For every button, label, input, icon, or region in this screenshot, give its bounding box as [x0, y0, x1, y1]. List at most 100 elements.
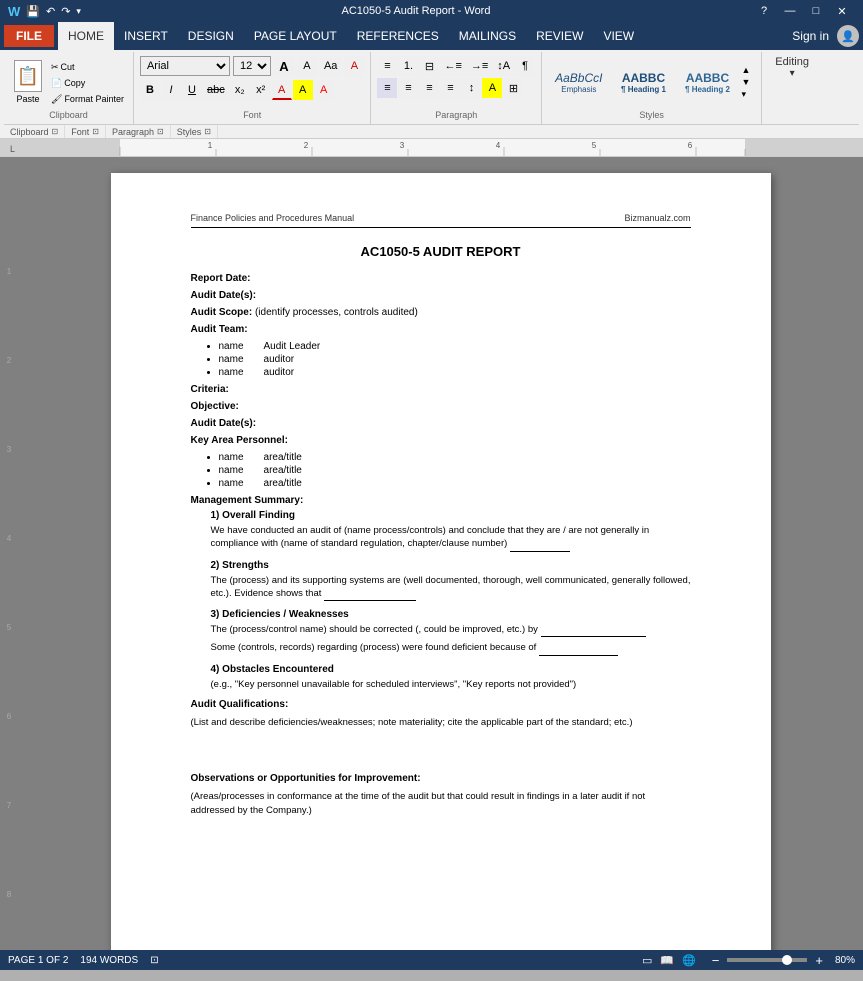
paragraph-dialog-launcher-icon[interactable]: ⊡ — [157, 127, 164, 136]
dialog-launcher-icon[interactable]: ⊡ — [52, 127, 59, 136]
style-heading1[interactable]: AABBC ¶ Heading 1 — [613, 68, 673, 97]
audit-scope-label: Audit Scope: — [191, 307, 253, 318]
ruler: 1 2 3 4 5 6 L — [0, 139, 863, 157]
style-heading2[interactable]: AABBC ¶ Heading 2 — [677, 68, 737, 97]
paragraph-group-label-bottom[interactable]: Paragraph ⊡ — [106, 125, 171, 138]
font-size-select[interactable]: 12 — [233, 56, 271, 76]
font-dialog-launcher-icon[interactable]: ⊡ — [92, 127, 99, 136]
highlight-button[interactable]: A — [293, 80, 313, 100]
title-bar-controls: ? — □ ✕ — [751, 0, 855, 22]
style-emphasis[interactable]: AaBbCcI Emphasis — [548, 68, 609, 97]
svg-text:1: 1 — [208, 141, 213, 150]
styles-scroll-up[interactable]: ▲ ▼ ▾ — [741, 65, 750, 100]
multilevel-button[interactable]: ⊟ — [419, 56, 439, 76]
bold-button[interactable]: B — [140, 80, 160, 100]
justify-button[interactable]: ≡ — [440, 78, 460, 98]
line-spacing-button[interactable]: ↕ — [461, 78, 481, 98]
redo-icon[interactable]: ↷ — [61, 5, 70, 18]
tab-review[interactable]: REVIEW — [526, 22, 593, 50]
section-obstacles: 4) Obstacles Encountered (e.g., "Key per… — [211, 664, 691, 691]
align-left-button[interactable]: ≡ — [377, 78, 397, 98]
cut-button[interactable]: ✂ Cut — [48, 60, 127, 75]
border-button[interactable]: ⊞ — [503, 78, 523, 98]
grow-font-button[interactable]: A — [274, 56, 294, 76]
change-case-button[interactable]: Aa — [320, 56, 341, 76]
paragraph-group: ≡ 1. ⊟ ←≡ →≡ ↕A ¶ ≡ ≡ ≡ ≡ ↕ A ⊞ — [371, 52, 542, 124]
subscript-button[interactable]: x₂ — [230, 80, 250, 100]
svg-text:5: 5 — [592, 141, 597, 150]
read-mode-button[interactable]: 📖 — [660, 954, 674, 967]
zoom-out-button[interactable]: − — [712, 953, 720, 968]
file-button[interactable]: FILE — [4, 25, 54, 47]
maximize-button[interactable]: □ — [803, 0, 829, 22]
sort-button[interactable]: ↕A — [493, 56, 514, 76]
svg-text:4: 4 — [496, 141, 501, 150]
mgmt-summary-header: Management Summary: — [191, 495, 691, 506]
print-layout-button[interactable]: ▭ — [642, 954, 652, 967]
help-icon[interactable]: ? — [751, 0, 777, 22]
zoom-slider[interactable] — [727, 958, 807, 962]
clear-format-button[interactable]: A — [344, 56, 364, 76]
section-strengths: 2) Strengths The (process) and its suppo… — [211, 560, 691, 602]
styles-group-label-bottom[interactable]: Styles ⊡ — [171, 125, 218, 138]
clipboard-group-content: 📋 Paste ✂ Cut 📄 Copy 🖌 — [10, 56, 127, 110]
font-group-label-bottom[interactable]: Font ⊡ — [65, 125, 106, 138]
shrink-font-button[interactable]: A — [297, 56, 317, 76]
styles-dialog-launcher-icon[interactable]: ⊡ — [204, 127, 211, 136]
save-icon[interactable]: 💾 — [26, 5, 40, 18]
zoom-level[interactable]: 80% — [835, 955, 855, 966]
ribbon: 📋 Paste ✂ Cut 📄 Copy 🖌 — [0, 50, 863, 139]
font-color-button[interactable]: A — [314, 80, 334, 100]
clipboard-label: Clipboard — [10, 110, 127, 120]
font-family-select[interactable]: Arial — [140, 56, 230, 76]
italic-button[interactable]: I — [161, 80, 181, 100]
bullets-button[interactable]: ≡ — [377, 56, 397, 76]
strikethrough-button[interactable]: abc — [203, 80, 229, 100]
tab-page-layout[interactable]: PAGE LAYOUT — [244, 22, 347, 50]
web-layout-button[interactable]: 🌐 — [682, 954, 696, 967]
blank-3b — [539, 641, 618, 655]
customize-icon[interactable]: ▾ — [76, 6, 81, 17]
minimize-button[interactable]: — — [777, 0, 803, 22]
page[interactable]: Finance Policies and Procedures Manual B… — [111, 173, 771, 950]
audit-dates-label: Audit Date(s): — [191, 290, 257, 301]
word-count-icon[interactable]: ⊡ — [150, 955, 158, 966]
paste-button[interactable]: 📋 Paste — [10, 57, 46, 109]
align-center-button[interactable]: ≡ — [398, 78, 418, 98]
tab-view[interactable]: VIEW — [593, 22, 644, 50]
paragraph-label: Paragraph — [377, 110, 535, 120]
observations-label: Observations or Opportunities for Improv… — [191, 773, 421, 784]
shading-button[interactable]: A — [482, 78, 502, 98]
tab-design[interactable]: DESIGN — [178, 22, 244, 50]
tab-mailings[interactable]: MAILINGS — [449, 22, 526, 50]
text-color-button[interactable]: A — [272, 80, 292, 100]
main-layout: 1 2 3 4 5 6 7 8 Finance Policies and Pro… — [0, 157, 863, 950]
audit-team-member-1: nameAudit Leader — [219, 341, 691, 352]
font-row-1: Arial 12 A A Aa A — [140, 56, 364, 76]
underline-button[interactable]: U — [182, 80, 202, 100]
numbering-button[interactable]: 1. — [398, 56, 418, 76]
ribbon-labels: Clipboard ⊡ Font ⊡ Paragraph ⊡ Styles ⊡ — [4, 124, 859, 138]
editing-label: Editing — [775, 56, 809, 68]
format-painter-button[interactable]: 🖌 Format Painter — [48, 92, 127, 107]
ribbon-content: 📋 Paste ✂ Cut 📄 Copy 🖌 — [4, 52, 859, 124]
user-avatar[interactable]: 👤 — [837, 25, 859, 47]
sign-in-link[interactable]: Sign in — [792, 29, 829, 43]
superscript-button[interactable]: x² — [251, 80, 271, 100]
increase-indent-button[interactable]: →≡ — [467, 56, 492, 76]
margin-5: 5 — [7, 623, 11, 632]
show-formatting-button[interactable]: ¶ — [515, 56, 535, 76]
clipboard-group-label-bottom[interactable]: Clipboard ⊡ — [4, 125, 65, 138]
copy-button[interactable]: 📄 Copy — [48, 76, 127, 91]
section-4-text: (e.g., "Key personnel unavailable for sc… — [211, 678, 691, 691]
editing-expand-icon[interactable]: ▾ — [790, 68, 795, 79]
align-right-button[interactable]: ≡ — [419, 78, 439, 98]
key-person-1: namearea/title — [219, 452, 691, 463]
decrease-indent-button[interactable]: ←≡ — [440, 56, 465, 76]
close-button[interactable]: ✕ — [829, 0, 855, 22]
tab-insert[interactable]: INSERT — [114, 22, 178, 50]
zoom-in-button[interactable]: + — [815, 953, 823, 968]
tab-references[interactable]: REFERENCES — [347, 22, 449, 50]
tab-home[interactable]: HOME — [58, 22, 114, 50]
undo-icon[interactable]: ↶ — [46, 5, 55, 18]
